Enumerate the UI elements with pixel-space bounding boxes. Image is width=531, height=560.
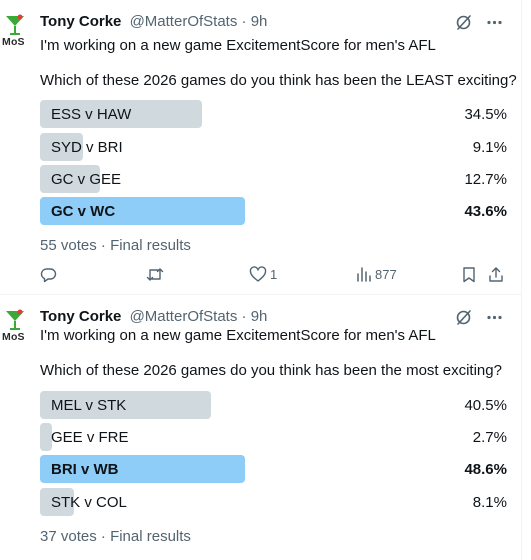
poll-option[interactable]: STK v COL 8.1% <box>40 488 507 516</box>
separator: · <box>241 308 247 325</box>
share-icon <box>489 267 503 282</box>
author-handle[interactable]: @MatterOfStats <box>130 13 238 30</box>
poll-option[interactable]: GC v GEE 12.7% <box>40 165 507 193</box>
tweet-header: Tony Corke @MatterOfStats · 9h <box>40 13 267 30</box>
poll-option[interactable]: BRI v WB 48.6% <box>40 455 507 483</box>
tweet-question: Which of these 2026 games do you think h… <box>40 72 517 89</box>
poll-option[interactable]: GEE v FRE 2.7% <box>40 423 507 451</box>
bookmark-button[interactable] <box>461 266 477 283</box>
tweet[interactable]: MoS Tony Corke @MatterOfStats · 9h I'm w… <box>0 295 521 560</box>
like-icon <box>249 266 267 282</box>
poll-option-label: GC v WC <box>51 203 116 220</box>
poll-option-percent: 43.6% <box>464 203 507 220</box>
timeline: MoS Tony Corke @MatterOfStats · 9h I'm w… <box>0 0 522 560</box>
poll-option-percent: 34.5% <box>464 106 507 123</box>
poll-option[interactable]: SYD v BRI 9.1% <box>40 133 507 161</box>
grok-icon[interactable] <box>455 309 472 326</box>
view-count: 877 <box>375 267 397 282</box>
tweet-top-icons <box>455 14 503 31</box>
retweet-icon <box>146 268 164 281</box>
tweet-text-line: I'm working on a new game ExcitementScor… <box>40 37 436 54</box>
poll-option-percent: 2.7% <box>472 429 507 446</box>
vote-count: 55 votes <box>40 237 97 254</box>
poll-option[interactable]: MEL v STK 40.5% <box>40 391 507 419</box>
like-count: 1 <box>270 267 278 282</box>
tweet-text-line: I'm working on a new game ExcitementScor… <box>40 327 436 344</box>
poll-option-percent: 40.5% <box>464 397 507 414</box>
cocktail-logo-icon <box>6 14 24 35</box>
poll-status: Final results <box>110 528 191 545</box>
tweet[interactable]: MoS Tony Corke @MatterOfStats · 9h I'm w… <box>0 0 521 295</box>
poll-option-percent: 12.7% <box>464 171 507 188</box>
poll-option-label: ESS v HAW <box>51 106 132 123</box>
poll-option-percent: 48.6% <box>464 461 507 478</box>
timestamp[interactable]: 9h <box>251 13 268 30</box>
poll-status: Final results <box>110 237 191 254</box>
poll-option-label: MEL v STK <box>51 397 127 414</box>
grok-icon[interactable] <box>455 14 472 31</box>
poll-option-label: GEE v FRE <box>51 429 129 446</box>
tweet-top-icons <box>455 309 503 326</box>
retweet-button[interactable] <box>146 266 164 283</box>
avatar-text: MoS <box>2 36 25 48</box>
poll-option-label: GC v GEE <box>51 171 122 188</box>
timestamp[interactable]: 9h <box>251 308 268 325</box>
cocktail-logo-icon <box>6 309 24 330</box>
meta-separator: · <box>100 237 106 254</box>
bookmark-icon <box>463 267 475 283</box>
poll-meta: 37 votes · Final results <box>40 528 191 545</box>
poll-option[interactable]: GC v WC 43.6% <box>40 197 507 225</box>
meta-separator: · <box>100 528 106 545</box>
reply-button[interactable] <box>40 266 57 283</box>
poll-option-label: BRI v WB <box>51 461 119 478</box>
author-name[interactable]: Tony Corke <box>40 308 121 325</box>
poll-option-percent: 8.1% <box>472 494 507 511</box>
author-name[interactable]: Tony Corke <box>40 13 121 30</box>
poll-option-label: SYD v BRI <box>51 139 123 156</box>
poll-option[interactable]: ESS v HAW 34.5% <box>40 100 507 128</box>
reply-icon <box>40 268 57 283</box>
poll-option-percent: 9.1% <box>472 139 507 156</box>
vote-count: 37 votes <box>40 528 97 545</box>
share-button[interactable] <box>488 266 504 283</box>
tweet-actions: 1 877 <box>40 266 507 286</box>
avatar[interactable]: MoS <box>0 12 30 58</box>
tweet-header: Tony Corke @MatterOfStats · 9h <box>40 308 267 325</box>
separator: · <box>241 13 247 30</box>
views-button[interactable]: 877 <box>356 266 397 283</box>
avatar-text: MoS <box>2 331 25 343</box>
avatar[interactable]: MoS <box>0 307 30 353</box>
tweet-question: Which of these 2026 games do you think h… <box>40 362 502 379</box>
more-icon[interactable] <box>486 14 503 31</box>
author-handle[interactable]: @MatterOfStats <box>130 308 238 325</box>
views-icon <box>357 267 371 282</box>
poll-option-label: STK v COL <box>51 494 127 511</box>
more-icon[interactable] <box>486 309 503 326</box>
poll-meta: 55 votes · Final results <box>40 237 191 254</box>
like-button[interactable]: 1 <box>249 266 277 283</box>
